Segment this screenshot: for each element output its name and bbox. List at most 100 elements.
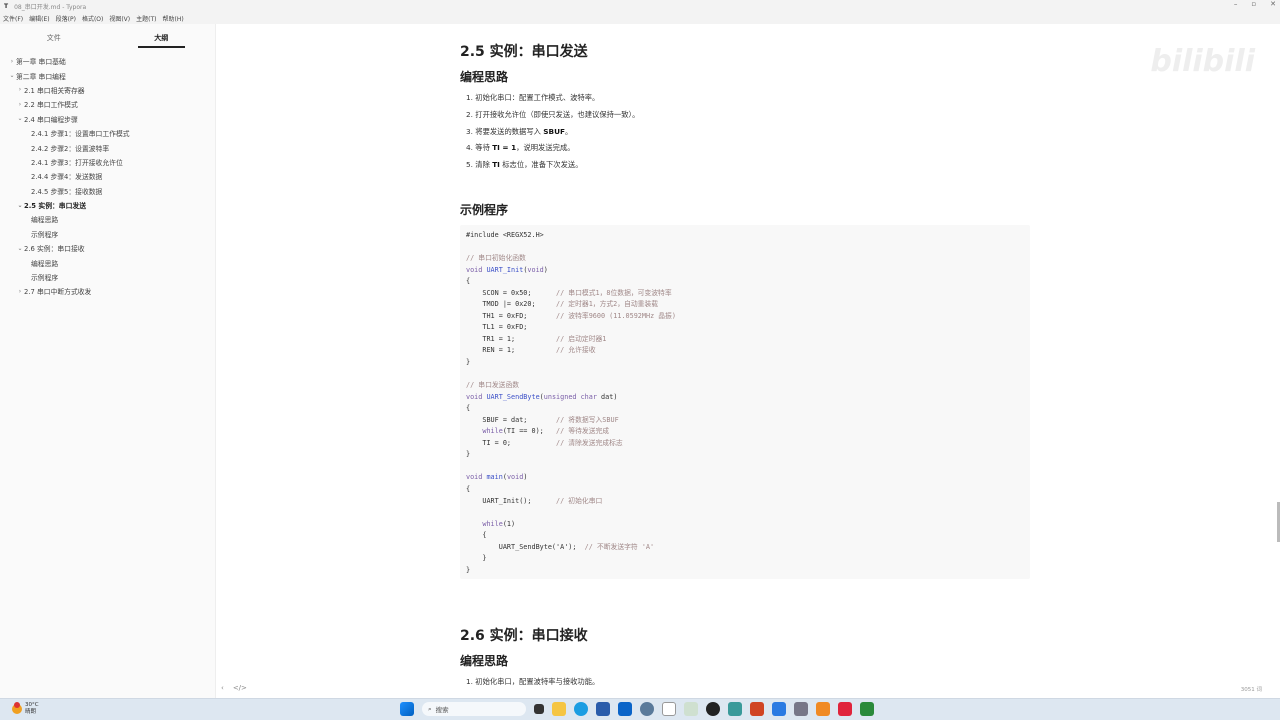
windows-start-icon[interactable] <box>400 702 414 716</box>
outline-item[interactable]: › 2.1 串口相关寄存器 <box>0 83 215 97</box>
code-token: SCON = 0x50; <box>466 288 557 297</box>
outline-item[interactable]: › 2.2 串口工作模式 <box>0 97 215 111</box>
code-token: TI = 0; <box>466 438 557 447</box>
code-token: TH1 = 0xFD; <box>466 311 557 320</box>
outline-item[interactable]: 示例程序 <box>0 270 215 284</box>
outline-item-label: 第二章 串口编程 <box>16 72 66 81</box>
maximize-icon[interactable]: ▫ <box>1251 0 1256 8</box>
chevron-right-icon[interactable]: › <box>16 288 24 295</box>
bold-text: TI = 1 <box>492 143 517 153</box>
heading-2-5: 2.5 实例：串口发送 <box>460 44 588 60</box>
settings-icon[interactable] <box>640 702 654 716</box>
file-explorer-icon[interactable] <box>552 702 566 716</box>
outline-item[interactable]: 2.4.1 步骤3：打开接收允许位 <box>0 155 215 169</box>
outline-item[interactable]: 2.4.2 步骤2：设置波特率 <box>0 140 215 154</box>
notepad-icon[interactable] <box>728 702 742 716</box>
outline-item[interactable]: 2.4.1 步骤1：设置串口工作模式 <box>0 126 215 140</box>
weather-widget[interactable]: 30°C 晴朗 <box>12 702 39 716</box>
outline-item[interactable]: 示例程序 <box>0 227 215 241</box>
camera-icon[interactable] <box>794 702 808 716</box>
app-icon[interactable] <box>684 702 698 716</box>
taskbar-search[interactable]: ⌕ 搜索 <box>422 702 526 716</box>
word-count[interactable]: 3051 词 <box>1241 685 1262 693</box>
code-line: void UART_Init(void) <box>466 265 1024 277</box>
code-line: void UART_SendByte(unsigned char dat) <box>466 392 1024 404</box>
outline-item[interactable]: 编程思路 <box>0 255 215 269</box>
chevron-down-icon[interactable]: ⌄ <box>16 245 24 252</box>
obs-icon[interactable] <box>706 702 720 716</box>
menu-item[interactable]: 文件(F) <box>3 14 23 23</box>
code-token: SBUF = dat; <box>466 415 557 424</box>
outline-item-label: 示例程序 <box>31 230 59 239</box>
menu-item[interactable]: 段落(P) <box>56 14 76 23</box>
code-token: main <box>486 473 503 482</box>
code-token: #include <REGX52.H> <box>466 231 544 239</box>
menu-item[interactable]: 视图(V) <box>109 14 130 23</box>
code-line: } <box>466 565 1024 577</box>
chevron-down-icon[interactable]: ⌄ <box>16 202 24 209</box>
code-token: } <box>466 450 471 459</box>
code-line: #include <REGX52.H> <box>466 230 1024 242</box>
code-token: // 清除发送完成标志 <box>556 438 623 447</box>
outlook-icon[interactable] <box>618 702 632 716</box>
close-icon[interactable]: ✕ <box>1270 0 1276 8</box>
tab-files[interactable]: 文件 <box>0 24 108 48</box>
edge-icon[interactable] <box>574 702 588 716</box>
code-token: { <box>466 404 471 413</box>
weather-icon <box>12 702 22 714</box>
outline-item[interactable]: ⌄ 2.4 串口编程步骤 <box>0 112 215 126</box>
wps-icon[interactable] <box>860 702 874 716</box>
outline-item[interactable]: 编程思路 <box>0 212 215 226</box>
bold-text: SBUF <box>543 126 566 136</box>
outline-item[interactable]: 2.4.5 步骤5：接收数据 <box>0 184 215 198</box>
chevron-right-icon[interactable]: › <box>16 86 24 93</box>
toggle-sidebar-icon[interactable]: ‹ <box>221 684 224 692</box>
code-block[interactable]: #include <REGX52.H> // 串口初始化函数 void UART_I… <box>460 225 1030 579</box>
editor[interactable]: bilibili 2.5 实例：串口发送 编程思路 1. 初始化串口：配置工作模… <box>217 24 1280 698</box>
code-token: // 串口初始化函数 <box>466 254 526 263</box>
code-token: { <box>466 277 471 286</box>
outline-item-label: 示例程序 <box>31 274 59 283</box>
outline-item-label: 第一章 串口基础 <box>16 58 66 67</box>
typora-icon[interactable] <box>662 702 676 716</box>
source-code-mode-icon[interactable]: </> <box>233 684 247 692</box>
outline-item[interactable]: › 第一章 串口基础 <box>0 54 215 68</box>
code-token: // 启动定时器1 <box>556 334 607 343</box>
list-text: ，说明发送完成。 <box>516 143 575 153</box>
weather-temp: 30°C <box>25 702 39 708</box>
outline-item[interactable]: ⌄ 2.6 实例：串口接收 <box>0 241 215 255</box>
tab-outline[interactable]: 大纲 <box>108 24 216 48</box>
app-icon-3[interactable] <box>816 702 830 716</box>
menu-item[interactable]: 格式(O) <box>82 14 103 23</box>
menu-item[interactable]: 主题(T) <box>136 14 156 23</box>
powerpoint-icon[interactable] <box>750 702 764 716</box>
chevron-right-icon[interactable]: › <box>16 101 24 108</box>
list-item: 5. 清除 TI 标志位，准备下次发送。 <box>466 160 583 170</box>
bilibili-watermark: bilibili <box>1150 44 1255 79</box>
store-icon[interactable] <box>596 702 610 716</box>
task-view-icon[interactable] <box>534 704 544 714</box>
app-icon-2[interactable] <box>772 702 786 716</box>
code-token: } <box>466 554 487 563</box>
minimize-icon[interactable]: – <box>1234 0 1238 8</box>
outline-item[interactable]: ⌄ 第二章 串口编程 <box>0 68 215 82</box>
chevron-down-icon[interactable]: ⌄ <box>16 115 24 122</box>
outline-item-label: 2.4.5 步骤5：接收数据 <box>31 187 103 196</box>
youdao-icon[interactable] <box>838 702 852 716</box>
chevron-right-icon[interactable]: › <box>8 58 16 65</box>
outline-item[interactable]: 2.4.4 步骤4：发送数据 <box>0 169 215 183</box>
menu-item[interactable]: 编辑(E) <box>29 14 49 23</box>
bold-text: TI <box>492 160 500 170</box>
list-text: 标志位，准备下次发送。 <box>499 160 583 170</box>
outline-item[interactable]: ⌄ 2.5 实例：串口发送 <box>0 198 215 212</box>
chevron-down-icon[interactable]: ⌄ <box>8 72 16 79</box>
status-bar: ‹ </> 3051 词 <box>217 682 1280 698</box>
outline-item-label: 2.4.4 步骤4：发送数据 <box>31 173 103 182</box>
code-token: UART_Init <box>486 265 524 274</box>
code-token: } <box>466 565 471 574</box>
code-token: TMOD |= 0x20; <box>466 300 557 309</box>
menu-item[interactable]: 帮助(H) <box>163 14 184 23</box>
outline-item[interactable]: › 2.7 串口中断方式收发 <box>0 284 215 298</box>
